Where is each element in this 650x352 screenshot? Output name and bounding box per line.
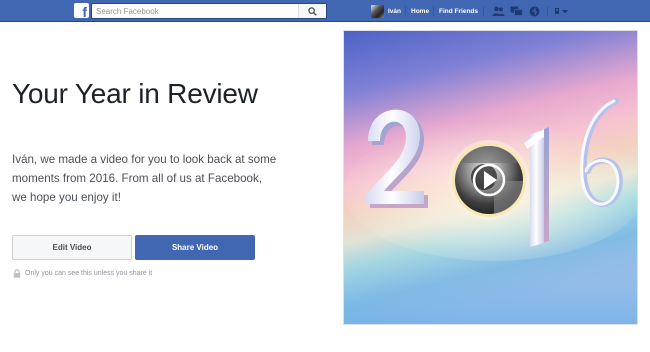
page-title: Your Year in Review — [12, 78, 258, 109]
video-artwork — [344, 31, 637, 324]
search-box — [91, 3, 327, 19]
messages-icon — [510, 6, 523, 16]
nav-divider — [483, 6, 484, 16]
notifications-icon — [529, 6, 539, 16]
home-link[interactable]: Home — [411, 0, 429, 22]
search-icon — [308, 6, 317, 16]
find-friends-label: Find Friends — [439, 7, 478, 15]
avatar — [371, 4, 384, 18]
friend-requests-button[interactable] — [491, 5, 505, 17]
nav-divider — [405, 6, 406, 16]
review-description: Iván, we made a video for you to look ba… — [12, 153, 277, 204]
profile-name: Iván — [388, 7, 402, 15]
privacy-note-text: Only you can see this unless you share i… — [25, 270, 153, 277]
profile-link[interactable]: Iván — [371, 0, 401, 22]
friend-requests-icon — [492, 6, 504, 16]
account-menu-button[interactable] — [554, 5, 570, 17]
nav-divider — [547, 6, 548, 16]
home-link-label: Home — [411, 7, 430, 15]
facebook-logo-letter: f — [82, 4, 87, 18]
top-navigation-bar: f Iván Home Find Friends — [0, 0, 650, 22]
notifications-button[interactable] — [527, 5, 541, 17]
share-video-button[interactable]: Share Video — [135, 235, 255, 260]
facebook-logo[interactable]: f — [74, 3, 89, 18]
lock-icon — [13, 269, 21, 278]
account-menu-icon — [555, 8, 568, 14]
share-video-label: Share Video — [171, 243, 219, 252]
find-friends-link[interactable]: Find Friends — [439, 0, 478, 22]
search-button[interactable] — [298, 4, 326, 18]
year-in-review-video[interactable] — [343, 30, 638, 325]
edit-video-button[interactable]: Edit Video — [12, 235, 132, 260]
nav-divider — [433, 6, 434, 16]
search-input[interactable] — [92, 4, 297, 18]
messages-button[interactable] — [509, 5, 523, 17]
edit-video-label: Edit Video — [52, 243, 92, 252]
privacy-note: Only you can see this unless you share i… — [13, 269, 152, 278]
